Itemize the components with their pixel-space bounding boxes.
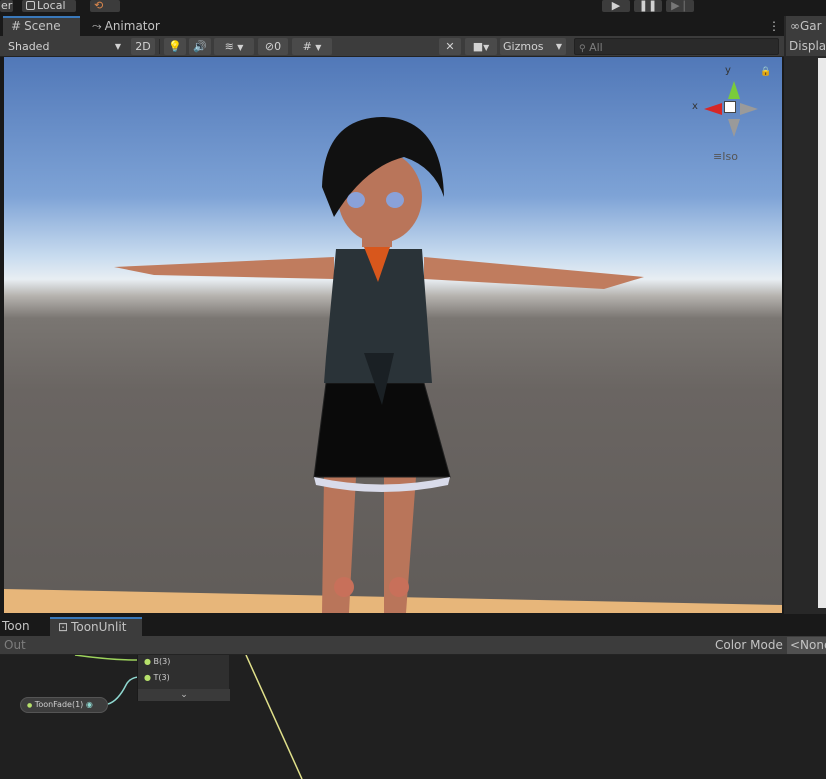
axis-y-label: y [725,65,731,76]
lightbulb-icon: 💡 [168,40,182,53]
neg-x-axis-cone-icon[interactable] [740,103,758,115]
chevron-down-icon: ⌄ [180,690,188,700]
projection-toggle[interactable]: ≡Iso [713,150,738,163]
grid-dropdown[interactable]: # ▼ [292,38,332,55]
game-panel: ∞Gar Display [784,16,826,614]
2d-label: 2D [135,40,151,53]
neg-y-axis-cone-icon[interactable] [728,119,740,137]
layer-label[interactable]: er [0,0,13,12]
local-label: Local [37,0,66,12]
chevron-down-icon: ▼ [315,43,322,52]
gamepad-icon: ∞ [790,19,800,33]
color-mode-dropdown[interactable]: <None [787,637,826,654]
gizmo-center-cube[interactable] [724,101,736,113]
shader-graph-canvas[interactable]: ● B(3) ● T(3) ⌄ ● ToonFade(1) ◉ [0,655,826,779]
layers-icon: ≋ [224,40,234,53]
tab-scene[interactable]: # Scene [3,16,80,36]
gizmos-dropdown[interactable]: Gizmos ▼ [500,38,566,55]
scene-viewport[interactable]: y x 🔒 ≡Iso [4,57,782,613]
search-icon: ⚲ [579,44,586,54]
graph-toolbar: Out Color Mode <None [0,636,826,655]
display-dropdown[interactable]: Display [786,36,826,56]
tab-animator-label: Animator [104,19,160,33]
hidden-count: 0 [274,40,282,53]
effects-dropdown[interactable]: ≋ ▼ [214,38,254,55]
camera-dropdown[interactable]: ■▼ [465,38,497,55]
camera-icon: ■ [472,40,484,53]
search-placeholder: All [589,41,603,54]
tab-toonunlit[interactable]: ⊡ ToonUnlit [50,617,142,636]
top-bar: er Local ⟲ ▶ ❚❚ ▶❘ [0,0,826,16]
tools-icon: ✕ [445,40,455,53]
port-b[interactable]: ● B(3) [144,657,170,666]
character-model [4,117,782,613]
tab-toon[interactable]: Toon [0,617,44,636]
color-mode-value: <None [790,638,826,652]
lock-icon[interactable]: 🔒 [760,67,771,77]
grid-icon: # [302,40,312,53]
step-icon: ▶❘ [671,0,689,12]
hash-icon: # [11,19,22,33]
play-icon: ▶ [611,0,621,12]
tab-animator[interactable]: ⤳ Animator [84,16,164,36]
tab-toon-label: Toon [2,619,30,633]
hidden-objects-toggle[interactable]: ⊘0 [258,38,288,55]
chevron-down-icon: ▼ [237,43,244,52]
tab-scene-label: Scene [24,19,61,33]
shader-graph-tabs: Toon ⊡ ToonUnlit [0,617,826,636]
tab-toonunlit-label: ToonUnlit [71,620,127,634]
tab-game-label: Gar [800,19,822,33]
lighting-toggle[interactable]: 💡 [164,38,186,55]
step-button[interactable]: ▶❘ [666,0,694,12]
more-menu-button[interactable]: ⋮ [760,16,780,36]
display-label: Display [789,39,826,53]
orientation-gizmo[interactable]: y x 🔒 [688,63,771,143]
audio-toggle[interactable]: 🔊 [189,38,211,55]
tools-button[interactable]: ✕ [439,38,461,55]
kebab-icon: ⋮ [768,19,780,33]
graph-edges [74,655,303,779]
eye-slash-icon: ⊘ [264,40,275,53]
x-axis-cone-icon[interactable] [704,103,722,115]
chevron-down-icon: ▼ [114,42,121,51]
axis-x-label: x [692,101,698,112]
2d-toggle[interactable]: 2D [131,38,155,55]
pause-button[interactable]: ❚❚ [634,0,662,12]
menu-lines-icon: ≡ [713,150,723,163]
gizmos-label: Gizmos [503,40,544,53]
expand-node-button[interactable]: ⌄ [138,689,230,701]
speaker-icon: 🔊 [193,40,207,53]
chevron-down-icon: ▼ [483,43,490,52]
chevron-down-icon: ▼ [555,42,562,51]
graph-node[interactable]: ● B(3) ● T(3) ⌄ [137,655,230,701]
history-icon: ⟲ [94,0,104,12]
game-view[interactable] [818,58,826,608]
toonfade-property-node[interactable]: ● ToonFade(1) ◉ [20,697,108,713]
pause-icon: ❚❚ [638,0,658,12]
undo-history-button[interactable]: ⟲ [90,0,120,12]
port-t[interactable]: ● T(3) [144,673,170,682]
shading-dropdown[interactable]: Shaded ▼ [3,38,125,55]
shading-value: Shaded [8,40,50,53]
search-input[interactable]: ⚲ All [574,38,779,55]
color-mode-label: Color Mode [715,638,783,652]
tab-game[interactable]: ∞Gar [786,16,826,36]
projection-label: Iso [722,150,738,163]
local-icon [26,1,35,10]
local-toggle[interactable]: Local [22,0,76,12]
toonfade-label: ToonFade(1) [34,700,84,709]
play-button[interactable]: ▶ [602,0,630,12]
shader-graph-icon: ⊡ [58,620,69,634]
out-label[interactable]: Out [4,638,26,652]
scene-toolbar: Shaded ▼ 2D 💡 🔊 ≋ ▼ ⊘0 # ▼ ✕ ■▼ Gizmos ▼… [0,36,784,57]
scene-tab-row: # Scene ⤳ Animator ⋮ [0,16,784,36]
animator-icon: ⤳ [92,19,102,33]
y-axis-cone-icon[interactable] [728,81,740,99]
